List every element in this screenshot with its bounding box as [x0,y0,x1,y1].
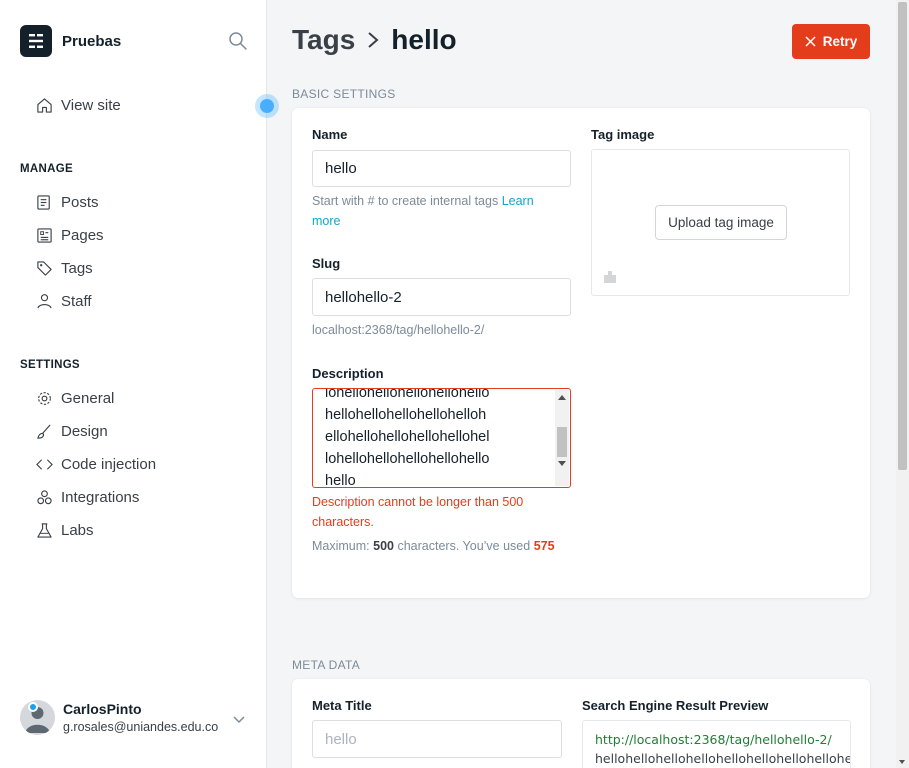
gear-icon [38,391,51,405]
sidebar-item-label: Tags [61,259,93,277]
flask-icon [37,522,52,538]
sidebar-item-code-injection[interactable]: Code injection [36,453,156,475]
sidebar-item-label: Pages [61,226,104,244]
sidebar-item-label: Integrations [61,488,140,506]
scrollbar-thumb[interactable] [557,427,567,457]
tag-image-label: Tag image [591,127,655,142]
tag-icon [37,260,52,276]
site-name: Pruebas [62,32,122,50]
home-icon [37,97,52,113]
counter-used: 575 [533,539,555,553]
breadcrumb-tags-link[interactable]: Tags [292,24,355,56]
image-placeholder-icon [604,271,616,283]
description-error: Description cannot be longer than 500 ch… [312,495,524,529]
character-counter: Maximum: 500 characters. You’ve used 575 [312,539,555,553]
cursor-indicator [255,94,279,118]
description-line: hellohellohellohellohelloh [325,407,487,423]
sidebar-item-general[interactable]: General [36,387,114,409]
page-scrollbar[interactable] [896,0,909,768]
serp-preview-label: Search Engine Result Preview [582,698,769,713]
meta-title-input[interactable]: hello [312,720,562,758]
view-site-label: View site [61,96,121,114]
chevron-down-icon[interactable] [232,712,246,726]
user-email: g.rosales@uniandes.edu.co [63,720,219,734]
sidebar-item-posts[interactable]: Posts [36,191,99,213]
sidebar-item-label: Posts [61,193,99,211]
name-input[interactable]: hello [312,150,571,187]
description-line: lohellohellohellohellohello [325,388,490,401]
user-menu[interactable]: CarlosPinto g.rosales@uniandes.edu.co [20,700,218,735]
sidebar-item-tags[interactable]: Tags [36,257,93,279]
counter-max: 500 [373,539,394,553]
scroll-down-arrow-icon[interactable] [558,461,566,466]
brush-icon [37,424,51,439]
page-scrollbar-thumb[interactable] [898,2,907,470]
chevron-right-icon [368,32,379,48]
brand[interactable]: Pruebas [20,25,121,57]
serp-preview: http://localhost:2368/tag/hellohello-2/ … [582,720,851,768]
textarea-scrollbar[interactable] [555,390,569,486]
settings-section-label: SETTINGS [20,359,80,371]
pages-icon [37,227,52,243]
description-line: ellohellohellohellohellohel [325,429,490,445]
basic-settings-label: BASIC SETTINGS [292,87,396,101]
serp-preview-url: http://localhost:2368/tag/hellohello-2/ [595,732,832,747]
retry-label: Retry [822,34,858,49]
sidebar-item-design[interactable]: Design [36,420,108,442]
slug-input[interactable]: hellohello-2 [312,278,571,316]
breadcrumb: Tags hello [292,24,457,56]
sidebar-item-labs[interactable]: Labs [36,519,94,541]
sidebar-item-pages[interactable]: Pages [36,224,104,246]
sidebar-item-label: General [61,389,115,407]
upload-tag-image-button[interactable]: Upload tag image [655,205,787,240]
sidebar-item-integrations[interactable]: Integrations [36,486,139,508]
sidebar-item-label: Design [61,422,108,440]
slug-url: localhost:2368/tag/hellohello-2/ [312,323,485,337]
scroll-up-arrow-icon[interactable] [558,395,566,400]
sidebar: Pruebas View site MANAGE Posts Pages Tag… [0,0,267,768]
name-label: Name [312,127,348,142]
notification-dot [28,702,38,712]
code-icon [36,458,53,470]
page-title: hello [391,24,457,55]
sidebar-item-label: Labs [61,521,94,539]
sidebar-item-staff[interactable]: Staff [36,290,92,312]
name-hint: Start with # to create internal tags Lea… [312,194,534,228]
integrations-icon [37,489,52,504]
staff-icon [37,293,52,308]
manage-section-label: MANAGE [20,163,73,175]
description-line: hello [325,473,356,488]
view-site-link[interactable]: View site [36,94,121,116]
slug-label: Slug [312,256,341,271]
description-label: Description [312,366,384,381]
retry-button[interactable]: Retry [792,24,870,59]
posts-icon [37,194,50,210]
sidebar-item-label: Staff [61,292,92,310]
serp-preview-title: hellohellohellohellohellohellohellohello… [595,751,851,766]
meta-data-label: META DATA [292,658,361,672]
scroll-down-arrow-icon[interactable] [899,760,905,764]
search-icon[interactable] [228,31,248,51]
site-logo-icon [20,25,52,57]
user-name: CarlosPinto [63,701,142,717]
meta-title-label: Meta Title [312,698,372,713]
description-textarea[interactable]: lohellohellohellohellohello hellohellohe… [312,388,571,488]
close-icon [805,36,816,47]
description-line: lohellohellohellohellohello [325,451,490,467]
sidebar-item-label: Code injection [61,455,157,473]
